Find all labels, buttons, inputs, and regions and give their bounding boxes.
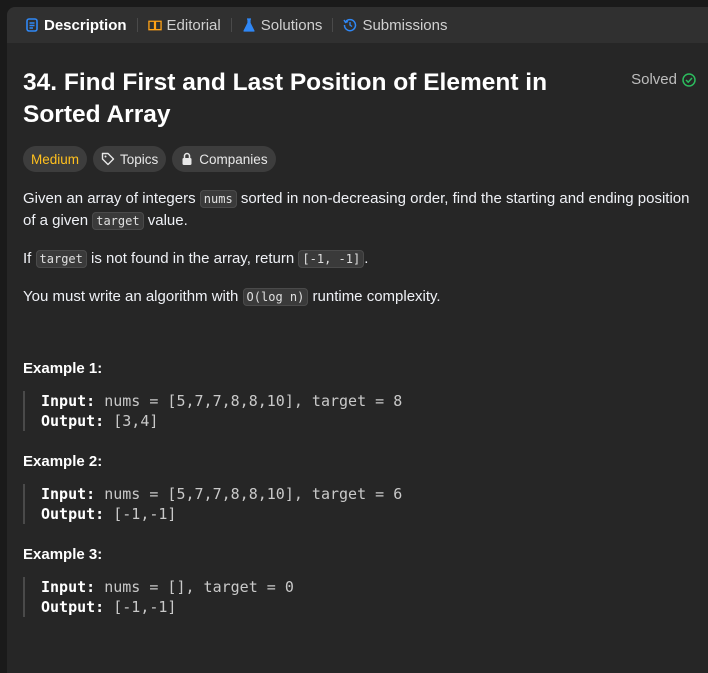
text: . bbox=[364, 250, 369, 267]
description-paragraph: You must write an algorithm with O(log n… bbox=[23, 286, 692, 308]
text: runtime complexity. bbox=[308, 288, 441, 305]
output-label: Output: bbox=[41, 505, 105, 523]
description-icon bbox=[25, 18, 39, 32]
input-value: nums = [], target = 0 bbox=[95, 578, 294, 596]
page-title: 34. Find First and Last Position of Elem… bbox=[23, 69, 548, 128]
inline-code: O(log n) bbox=[242, 288, 309, 306]
solved-status: Solved bbox=[631, 71, 696, 88]
example-code-block: Input: nums = [5,7,7,8,8,10], target = 8… bbox=[23, 391, 692, 431]
output-label: Output: bbox=[41, 598, 105, 616]
input-label: Input: bbox=[41, 485, 96, 503]
companies-button[interactable]: Companies bbox=[172, 146, 276, 172]
example-code-block: Input: nums = [], target = 0 Output: [-1… bbox=[23, 577, 692, 617]
output-label: Output: bbox=[41, 412, 105, 430]
topics-label: Topics bbox=[120, 151, 159, 167]
problem-content: 34. Find First and Last Position of Elem… bbox=[7, 43, 708, 617]
tab-solutions[interactable]: Solutions bbox=[238, 17, 327, 34]
lock-icon bbox=[180, 152, 194, 166]
tag-icon bbox=[101, 152, 115, 166]
tab-label: Editorial bbox=[166, 16, 221, 34]
input-value: nums = [5,7,7,8,8,10], target = 8 bbox=[95, 392, 403, 410]
difficulty-badge: Medium bbox=[23, 146, 88, 172]
book-icon bbox=[147, 18, 162, 32]
solved-label: Solved bbox=[631, 71, 677, 88]
example-3: Example 3: Input: nums = [], target = 0 … bbox=[23, 546, 692, 617]
tab-divider bbox=[230, 18, 232, 32]
text: Given an array of integers bbox=[23, 190, 200, 207]
flask-icon bbox=[242, 18, 256, 32]
output-value: [-1,-1] bbox=[104, 598, 177, 616]
history-icon bbox=[343, 18, 357, 32]
example-1: Example 1: Input: nums = [5,7,7,8,8,10],… bbox=[23, 360, 692, 431]
check-circle-icon bbox=[682, 72, 696, 87]
tab-bar: Description Editorial Solutions Submissi… bbox=[7, 7, 708, 43]
inline-code: target bbox=[35, 250, 87, 268]
tab-divider bbox=[136, 18, 138, 32]
text: You must write an algorithm with bbox=[23, 288, 243, 305]
input-label: Input: bbox=[41, 578, 96, 596]
example-2: Example 2: Input: nums = [5,7,7,8,8,10],… bbox=[23, 453, 692, 524]
tab-divider bbox=[332, 18, 334, 32]
tab-description[interactable]: Description bbox=[21, 17, 131, 34]
problem-panel: Description Editorial Solutions Submissi… bbox=[7, 7, 708, 673]
example-title: Example 2: bbox=[23, 453, 103, 470]
tab-label: Solutions bbox=[260, 16, 323, 34]
inline-code: nums bbox=[199, 190, 237, 208]
tab-submissions[interactable]: Submissions bbox=[339, 17, 451, 34]
text: If bbox=[23, 250, 36, 267]
output-value: [-1,-1] bbox=[104, 505, 177, 523]
input-label: Input: bbox=[41, 392, 96, 410]
description-paragraph: Given an array of integers nums sorted i… bbox=[23, 188, 692, 232]
tab-label: Submissions bbox=[362, 16, 448, 34]
input-value: nums = [5,7,7,8,8,10], target = 6 bbox=[95, 485, 403, 503]
difficulty-label: Medium bbox=[31, 151, 80, 167]
example-title: Example 3: bbox=[23, 546, 103, 563]
example-title: Example 1: bbox=[23, 360, 103, 377]
output-value: [3,4] bbox=[104, 412, 159, 430]
tab-label: Description bbox=[44, 16, 127, 34]
tag-pills: Medium Topics Companies bbox=[23, 146, 692, 172]
inline-code: target bbox=[92, 212, 144, 230]
text: value. bbox=[143, 212, 188, 229]
topics-button[interactable]: Topics bbox=[93, 146, 167, 172]
companies-label: Companies bbox=[199, 151, 268, 167]
description-paragraph: If target is not found in the array, ret… bbox=[23, 248, 692, 270]
tab-editorial[interactable]: Editorial bbox=[144, 17, 225, 34]
text: is not found in the array, return bbox=[86, 250, 299, 267]
inline-code: [-1, -1] bbox=[298, 250, 365, 268]
example-code-block: Input: nums = [5,7,7,8,8,10], target = 6… bbox=[23, 484, 692, 524]
